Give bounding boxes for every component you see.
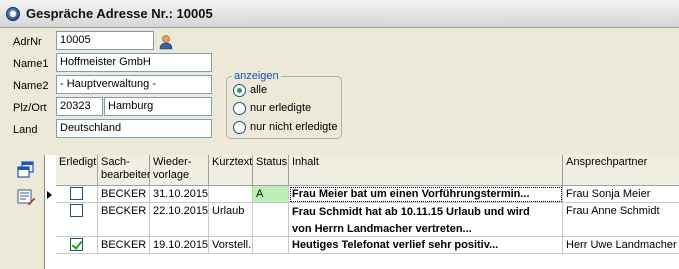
row2-kurztext[interactable]: Urlaub [209, 203, 253, 237]
radio-nur-nicht-erledigte-circle[interactable] [233, 121, 246, 134]
form-panel: AdrNr 10005 Name1 Hoffmeister GmbH Name2… [0, 29, 679, 269]
row1-inhalt[interactable]: Frau Meier bat um einen Vorführungstermi… [289, 186, 563, 203]
plz-field[interactable]: 20323 [56, 97, 103, 116]
col-wiedervorlage[interactable]: Wieder- vorlage [150, 155, 209, 186]
row2-erledigt[interactable] [56, 203, 98, 237]
col-kurztext[interactable]: Kurztext [209, 155, 253, 186]
row1-sachbearbeiter[interactable]: BECKER [98, 186, 150, 203]
window-title: Gespräche Adresse Nr.: 10005 [26, 6, 213, 21]
col-ansprechpartner[interactable]: Ansprechpartner [563, 155, 679, 186]
radio-nur-erledigte-label[interactable]: nur erledigte [250, 102, 311, 114]
app-icon: ◉ [6, 7, 20, 21]
row3-ansprechpartner[interactable]: Herr Uwe Landmacher [563, 237, 679, 254]
current-row-indicator [47, 191, 52, 199]
col-wiedervorlage-line1: Wieder- [153, 156, 192, 168]
row3-inhalt[interactable]: Heutiges Telefonat verlief sehr positiv.… [289, 237, 563, 254]
radio-alle-circle[interactable] [233, 84, 246, 97]
col-sachbearbeiter-line1: Sach- [101, 156, 130, 168]
plzort-label: Plz/Ort [13, 102, 47, 114]
col-sachbearbeiter-line2: bearbeiter [101, 169, 151, 181]
row2-inhalt[interactable]: Frau Schmidt hat ab 10.11.15 Urlaub und … [289, 203, 563, 237]
filter-title: anzeigen [232, 70, 281, 82]
row3-status[interactable] [253, 237, 289, 254]
edit-list-icon[interactable] [16, 187, 36, 207]
title-bar: ◉ Gespräche Adresse Nr.: 10005 [0, 0, 679, 28]
name2-field[interactable]: - Hauptverwaltung - [56, 75, 212, 94]
land-field[interactable]: Deutschland [56, 119, 212, 138]
row2-inhalt-line1: Frau Schmidt hat ab 10.11.15 Urlaub und … [292, 206, 530, 218]
col-erledigt[interactable]: Erledigt [56, 155, 98, 186]
row2-inhalt-line2: von Herrn Landmacher vertreten... [292, 223, 472, 235]
col-status[interactable]: Status [253, 155, 289, 186]
name2-label: Name2 [13, 80, 49, 92]
radio-nur-nicht-erledigte-label[interactable]: nur nicht erledigte [250, 121, 337, 133]
row1-ansprechpartner[interactable]: Frau Sonja Meier [563, 186, 679, 203]
col-wiedervorlage-line2: vorlage [153, 169, 190, 181]
row2-status[interactable] [253, 203, 289, 237]
row1-erledigt-checkbox[interactable] [70, 187, 83, 200]
radio-nur-erledigte-circle[interactable] [233, 102, 246, 115]
row1-wiedervorlage[interactable]: 31.10.2015 [150, 186, 209, 203]
row3-sachbearbeiter[interactable]: BECKER [98, 237, 150, 254]
row3-kurztext[interactable]: Vorstell. [209, 237, 253, 254]
person-icon[interactable] [159, 34, 173, 50]
row3-erledigt-checkbox[interactable] [70, 238, 83, 251]
adrnr-label: AdrNr [13, 36, 42, 48]
row1-kurztext[interactable] [209, 186, 253, 203]
row1-status[interactable]: A [253, 186, 289, 203]
row2-erledigt-checkbox[interactable] [70, 204, 83, 217]
ort-field[interactable]: Hamburg [104, 97, 212, 116]
name1-field[interactable]: Hoffmeister GmbH [56, 53, 212, 72]
row1-erledigt[interactable] [56, 186, 98, 203]
name1-label: Name1 [13, 58, 49, 70]
new-window-icon[interactable] [16, 160, 36, 180]
row3-erledigt[interactable] [56, 237, 98, 254]
row2-wiedervorlage[interactable]: 22.10.2015 [150, 203, 209, 237]
row2-sachbearbeiter[interactable]: BECKER [98, 203, 150, 237]
land-label: Land [13, 124, 38, 136]
col-sachbearbeiter[interactable]: Sach- bearbeiter [98, 155, 151, 186]
conversations-grid: Erledigt Sach- bearbeiter Wieder- vorlag… [44, 155, 679, 269]
row3-wiedervorlage[interactable]: 19.10.2015 [150, 237, 209, 254]
radio-alle-label[interactable]: alle [250, 84, 267, 96]
adrnr-field[interactable]: 10005 [56, 31, 154, 50]
col-inhalt[interactable]: Inhalt [289, 155, 563, 186]
row2-ansprechpartner[interactable]: Frau Anne Schmidt [563, 203, 679, 237]
